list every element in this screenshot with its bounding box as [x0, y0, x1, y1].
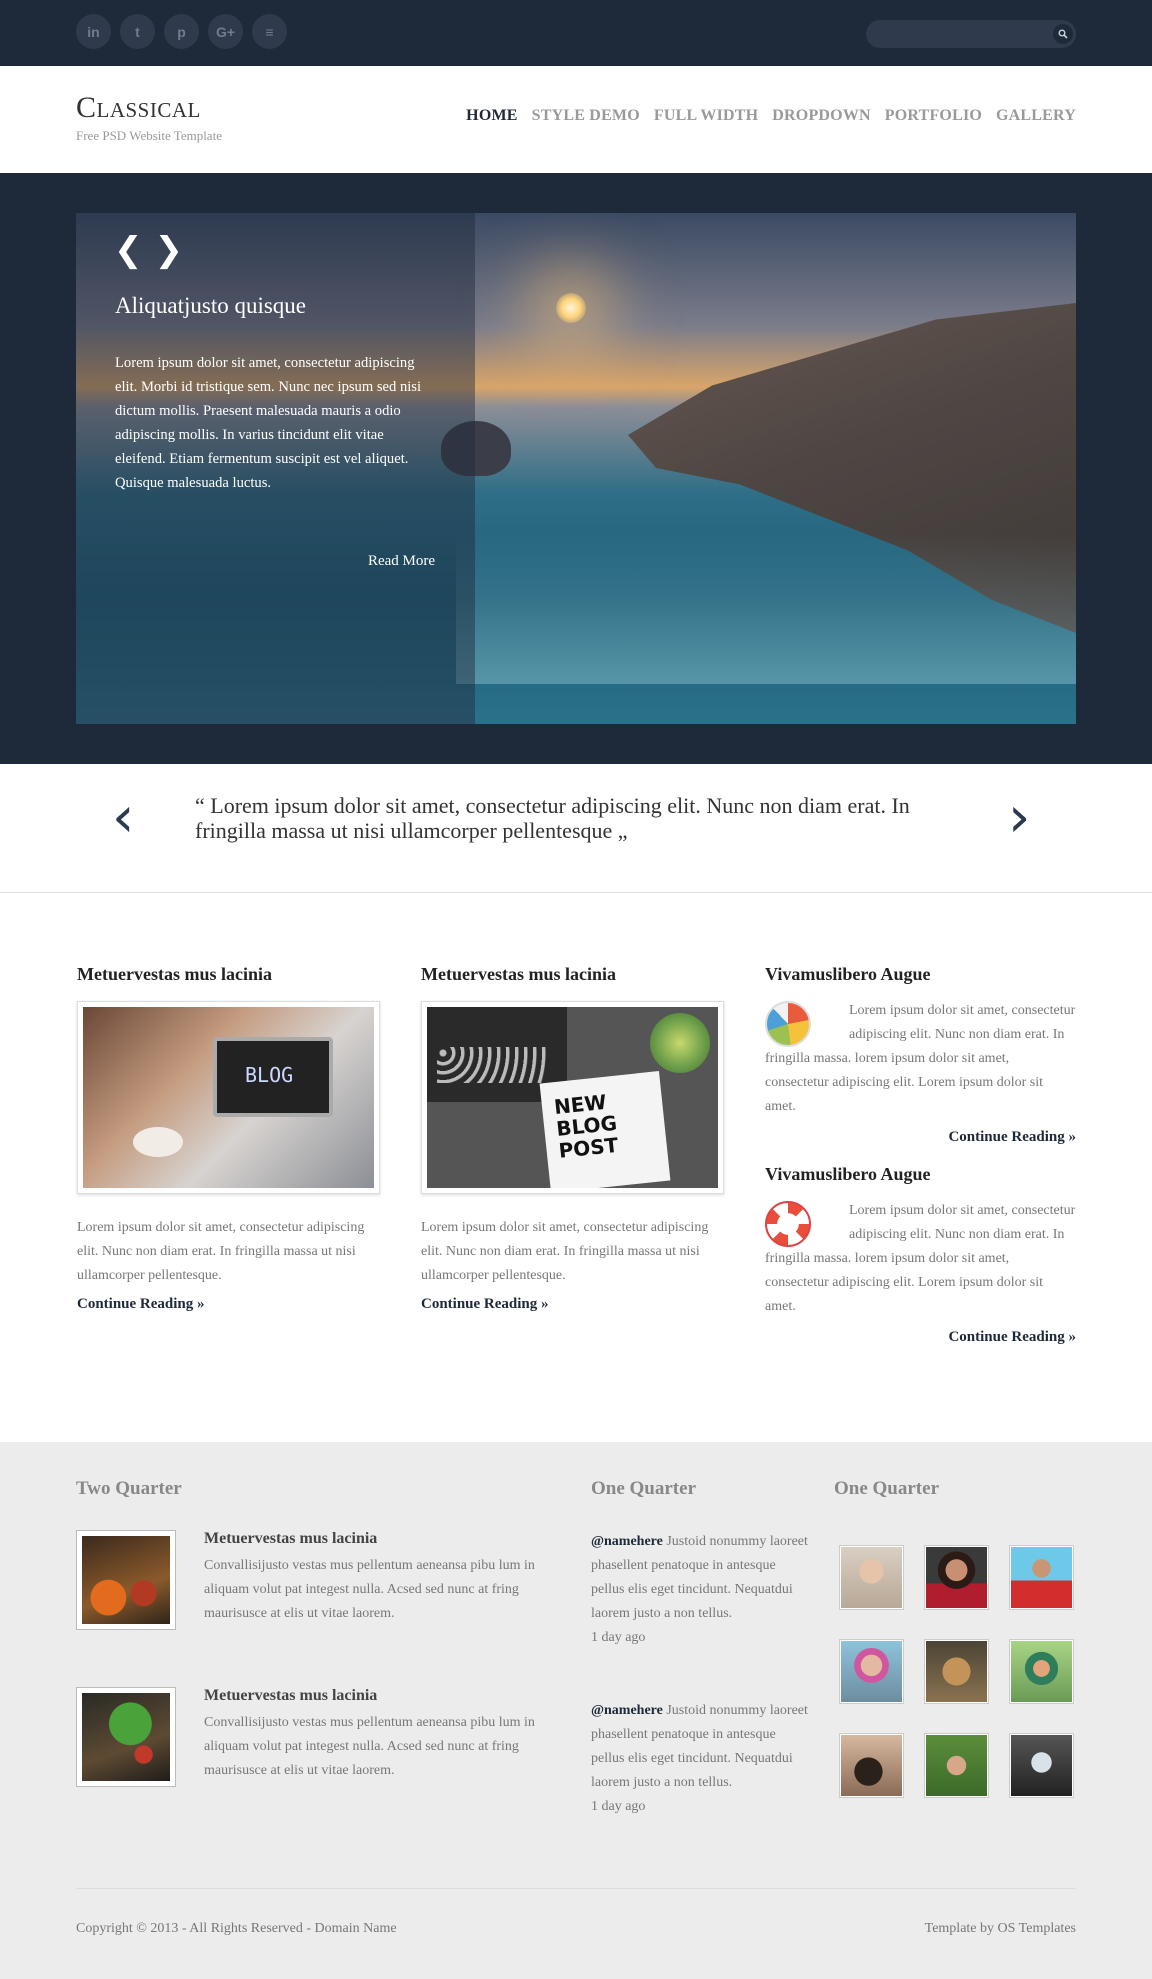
- search-button[interactable]: [1053, 24, 1073, 44]
- new-blog-post-text: NEW BLOG POST: [552, 1089, 620, 1163]
- blog-screen-text: BLOG: [245, 1063, 294, 1087]
- continue-reading-link[interactable]: Continue Reading »: [765, 1329, 1076, 1346]
- feature-column: Vivamuslibero Augue Lorem ipsum dolor si…: [765, 964, 1076, 1364]
- footer-one-quarter-title: One Quarter: [834, 1478, 940, 1499]
- gallery-thumb[interactable]: [1009, 1545, 1074, 1610]
- quote-text: “ Lorem ipsum dolor sit amet, consectetu…: [195, 793, 910, 843]
- continue-reading-link[interactable]: Continue Reading »: [77, 1296, 205, 1313]
- hero-text: Lorem ipsum dolor sit amet, consectetur …: [115, 355, 422, 491]
- testimonial-band: ‹ “ Lorem ipsum dolor sit amet, consecte…: [0, 764, 1152, 893]
- footer-post-thumbnail[interactable]: [76, 1687, 176, 1787]
- footer-gallery: [839, 1545, 1079, 1798]
- feature-title[interactable]: Vivamuslibero Augue: [765, 964, 1076, 985]
- tweet-time: 1 day ago: [591, 1630, 646, 1645]
- hero-section: ❮ ❯ Aliquatjusto quisque Lorem ipsum dol…: [0, 173, 1152, 764]
- site-tagline: Free PSD Website Template: [76, 128, 222, 143]
- feature-text: Lorem ipsum dolor sit amet, consectetur …: [765, 1203, 1076, 1314]
- post-excerpt: Lorem ipsum dolor sit amet, consectetur …: [77, 1220, 365, 1283]
- hero-slide-image: ❮ ❯ Aliquatjusto quisque Lorem ipsum dol…: [76, 213, 1076, 724]
- twitter-icon[interactable]: t: [120, 14, 155, 49]
- content-section: Metuervestas mus lacinia BLOG Lorem ipsu…: [0, 893, 1152, 1442]
- footer-post-title[interactable]: Metuervestas mus lacinia: [204, 1530, 377, 1548]
- nav-portfolio[interactable]: PORTFOLIO: [885, 107, 982, 125]
- footer-one-quarter-title: One Quarter: [591, 1478, 697, 1499]
- footer-post-item: Metuervestas mus lacinia Convallisijusto…: [76, 1687, 576, 1787]
- feature-title[interactable]: Vivamuslibero Augue: [765, 1164, 1076, 1185]
- gallery-thumb[interactable]: [924, 1733, 989, 1798]
- nav-home[interactable]: HOME: [466, 107, 517, 125]
- feature-text: Lorem ipsum dolor sit amet, consectetur …: [765, 1003, 1076, 1114]
- social-links: in t p G+ ≡: [76, 14, 287, 49]
- google-plus-icon[interactable]: G+: [208, 14, 243, 49]
- footer-post-title[interactable]: Metuervestas mus lacinia: [204, 1687, 377, 1705]
- lifebuoy-icon: [765, 1201, 811, 1247]
- nav-gallery[interactable]: GALLERY: [996, 107, 1076, 125]
- slider-next-icon[interactable]: ❯: [155, 233, 184, 267]
- footer-post-item: Metuervestas mus lacinia Convallisijusto…: [76, 1530, 576, 1630]
- gallery-thumb[interactable]: [1009, 1639, 1074, 1704]
- search-icon: [1058, 29, 1068, 39]
- tweet-item: @namehere Justoid nonummy laoreet phasel…: [591, 1699, 811, 1819]
- gallery-thumb[interactable]: [924, 1639, 989, 1704]
- sea-foam: [456, 534, 1076, 684]
- footer-divider: [76, 1888, 1076, 1889]
- hero-title: Aliquatjusto quisque: [115, 293, 307, 318]
- continue-reading-link[interactable]: Continue Reading »: [421, 1296, 549, 1313]
- pie-chart-icon: [765, 1001, 811, 1047]
- read-more-link[interactable]: Read More: [368, 553, 435, 570]
- linkedin-icon[interactable]: in: [76, 14, 111, 49]
- gallery-thumb[interactable]: [839, 1545, 904, 1610]
- nav-full-width[interactable]: FULL WIDTH: [654, 107, 758, 125]
- template-credit[interactable]: Template by OS Templates: [925, 1921, 1076, 1937]
- coffee-cup-shape: [133, 1127, 183, 1157]
- post-column-1: Metuervestas mus lacinia BLOG Lorem ipsu…: [77, 964, 387, 1313]
- succulent-shape: [650, 1013, 710, 1073]
- footer-post-text: Convallisijusto vestas mus pellentum aen…: [204, 1715, 535, 1778]
- hero-caption-panel: ❮ ❯ Aliquatjusto quisque Lorem ipsum dol…: [76, 213, 475, 724]
- feature-block: Vivamuslibero Augue Lorem ipsum dolor si…: [765, 1164, 1076, 1346]
- top-bar: in t p G+ ≡: [0, 0, 1152, 66]
- laptop-blog-image: BLOG: [83, 1007, 374, 1188]
- search-input[interactable]: [866, 20, 1076, 48]
- site-footer: Two Quarter One Quarter One Quarter Metu…: [0, 1442, 1152, 1979]
- gallery-thumb[interactable]: [839, 1639, 904, 1704]
- post-title[interactable]: Metuervestas mus lacinia: [421, 964, 731, 985]
- tweet-handle[interactable]: @namehere: [591, 1534, 663, 1549]
- quote-prev-icon[interactable]: ‹: [112, 790, 134, 846]
- tweet-time: 1 day ago: [591, 1799, 646, 1814]
- footer-two-quarter-title: Two Quarter: [76, 1478, 182, 1499]
- nav-dropdown[interactable]: DROPDOWN: [772, 107, 870, 125]
- gallery-thumb[interactable]: [1009, 1733, 1074, 1798]
- site-header: Classical Free PSD Website Template HOME…: [0, 66, 1152, 173]
- footer-post-thumbnail[interactable]: [76, 1530, 176, 1630]
- laptop-shape: BLOG: [213, 1037, 333, 1117]
- pinterest-icon[interactable]: p: [164, 14, 199, 49]
- post-excerpt: Lorem ipsum dolor sit amet, consectetur …: [421, 1220, 709, 1283]
- quote-next-icon[interactable]: ›: [1008, 790, 1030, 846]
- continue-reading-link[interactable]: Continue Reading »: [765, 1129, 1076, 1146]
- gallery-thumb[interactable]: [924, 1545, 989, 1610]
- post-title[interactable]: Metuervestas mus lacinia: [77, 964, 387, 985]
- post-thumbnail[interactable]: BLOG: [77, 1001, 380, 1194]
- rss-icon[interactable]: ≡: [252, 14, 287, 49]
- main-nav: HOME STYLE DEMO FULL WIDTH DROPDOWN PORT…: [466, 107, 1076, 125]
- feature-block: Vivamuslibero Augue Lorem ipsum dolor si…: [765, 964, 1076, 1146]
- gallery-thumb[interactable]: [839, 1733, 904, 1798]
- copyright-text: Copyright © 2013 - All Rights Reserved -…: [76, 1921, 397, 1936]
- tweet-item: @namehere Justoid nonummy laoreet phasel…: [591, 1530, 811, 1650]
- sunset-sun: [556, 293, 586, 323]
- vegetable-basket-image: [82, 1693, 170, 1781]
- slider-arrows: ❮ ❯: [114, 233, 183, 267]
- harvest-image: [82, 1536, 170, 1624]
- nav-style-demo[interactable]: STYLE DEMO: [532, 107, 640, 125]
- post-column-2: Metuervestas mus lacinia NEW BLOG POST L…: [421, 964, 731, 1313]
- tweet-handle[interactable]: @namehere: [591, 1703, 663, 1718]
- slider-prev-icon[interactable]: ❮: [114, 233, 143, 267]
- post-thumbnail[interactable]: NEW BLOG POST: [421, 1001, 724, 1194]
- site-logo[interactable]: Classical: [76, 91, 201, 125]
- notepad-shape: NEW BLOG POST: [539, 1071, 671, 1188]
- footer-post-text: Convallisijusto vestas mus pellentum aen…: [204, 1558, 535, 1621]
- typewriter-blog-image: NEW BLOG POST: [427, 1007, 718, 1188]
